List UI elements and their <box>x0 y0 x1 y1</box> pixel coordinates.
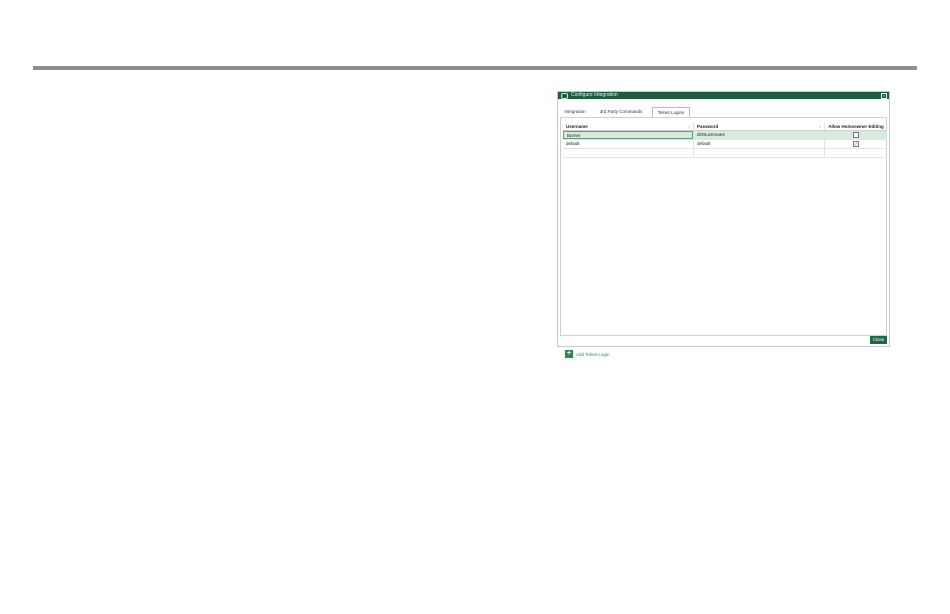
allow-editing-cell <box>824 149 887 157</box>
username-cell[interactable] <box>563 149 693 157</box>
close-icon[interactable]: × <box>881 93 887 99</box>
telnet-logins-panel: Username ↕ Password ↕ Allow Homeowner Ed… <box>560 117 887 358</box>
password-cell[interactable]: default <box>693 140 824 148</box>
tab-3rd-party-commands[interactable]: 3rd Party Commands <box>595 107 647 117</box>
password-cell[interactable] <box>693 149 824 157</box>
column-header-allow-homeowner-editing[interactable]: Allow Homeowner Editing <box>824 123 887 130</box>
allow-editing-cell <box>824 131 887 139</box>
add-telnet-login-label: Add Telnet Login <box>576 352 610 357</box>
telnet-logins-grid: Username ↕ Password ↕ Allow Homeowner Ed… <box>563 123 887 158</box>
allow-editing-checkbox[interactable] <box>853 131 859 138</box>
allow-editing-checkbox[interactable]: ✓ <box>853 140 859 147</box>
username-cell[interactable]: Burner <box>563 131 693 139</box>
configure-integration-dialog: Configure Integration × Integration 3rd … <box>557 91 890 358</box>
tab-integration[interactable]: Integration <box>562 107 588 117</box>
close-button[interactable]: Close <box>870 336 887 344</box>
title-bar[interactable]: Configure Integration × <box>558 92 889 99</box>
column-header-password[interactable]: Password ↕ <box>693 123 824 130</box>
window-title: Configure Integration <box>571 92 618 98</box>
table-row[interactable]: Burner dirtSuzen!ae4 <box>563 131 887 140</box>
allow-editing-cell: ✓ <box>824 140 887 148</box>
username-cell[interactable]: default <box>563 140 693 148</box>
table-row-empty[interactable] <box>563 149 887 158</box>
table-row[interactable]: default default ✓ <box>563 140 887 149</box>
app-icon <box>561 93 568 99</box>
sort-icon: ↕ <box>819 124 821 129</box>
add-telnet-login-button[interactable]: + Add Telnet Login <box>565 350 645 359</box>
password-cell[interactable]: dirtSuzen!ae4 <box>693 131 824 139</box>
column-header-username[interactable]: Username ↕ <box>563 123 693 130</box>
sort-icon: ↕ <box>688 124 690 129</box>
top-divider <box>33 66 917 70</box>
plus-icon: + <box>565 350 573 358</box>
grid-header: Username ↕ Password ↕ Allow Homeowner Ed… <box>563 123 887 131</box>
